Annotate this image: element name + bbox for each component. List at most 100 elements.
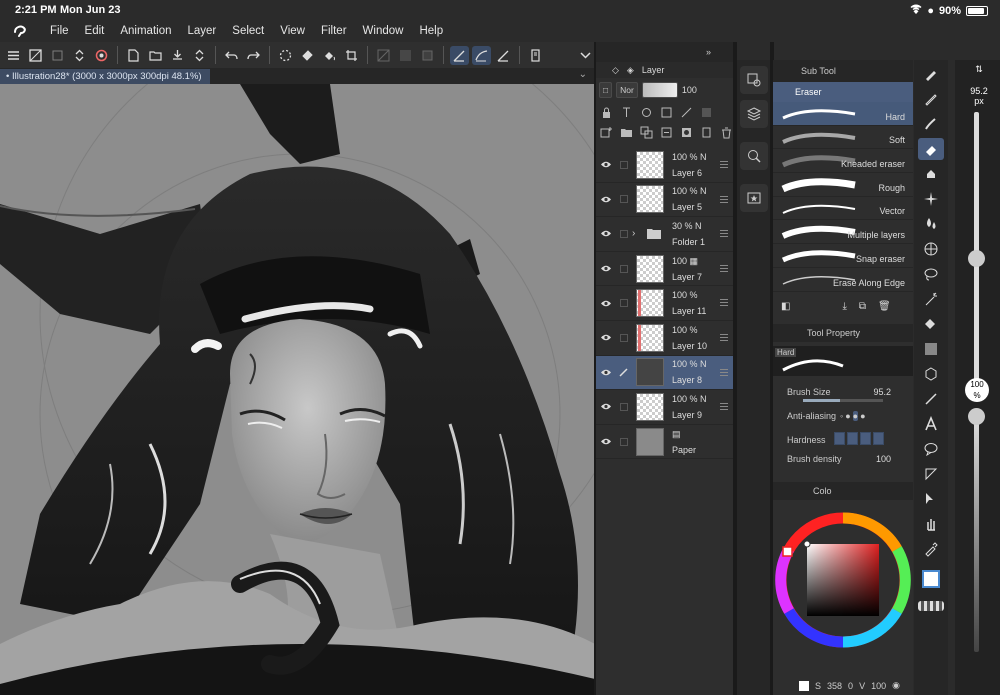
canvas-tab[interactable]: • Illustration28* (3000 x 3000px 300dpi … [0,69,210,84]
reference-icon[interactable] [639,105,653,119]
antialias-medium-icon[interactable]: ● [852,410,859,421]
redo-icon[interactable] [244,46,263,65]
layer-menu-icon[interactable] [720,230,728,238]
layer-menu-icon[interactable] [720,403,728,411]
menu-window[interactable]: Window [355,25,412,37]
menu-animation[interactable]: Animation [112,25,179,37]
layer-search-icon[interactable] [739,66,768,94]
layer-settings-icon[interactable] [699,125,713,139]
lock-icon[interactable] [599,105,613,119]
menu-edit[interactable]: Edit [77,25,113,37]
layer-menu-icon[interactable] [720,368,728,376]
subtool-settings-icon[interactable]: ◧ [781,301,790,312]
layer-row[interactable]: 100 % Layer 10 [596,321,734,356]
frame-border-icon[interactable] [918,463,944,485]
brush-density-row[interactable]: Brush density 100 [773,452,913,466]
new-raster-layer-icon[interactable] [599,125,613,139]
brush-multiple-layers[interactable]: Multiple layers [773,220,913,245]
brush-rough[interactable]: Rough [773,173,913,197]
import-subtool-icon[interactable]: ⤓ [842,301,846,312]
opacity-slider-track[interactable] [974,416,979,652]
panel-expand-icon[interactable]: » [706,47,711,57]
operation-cursor-icon[interactable] [918,488,944,510]
canvas-frame-icon[interactable] [26,46,45,65]
layer-select-checkbox[interactable] [616,333,632,342]
layer-select-checkbox[interactable] [616,402,632,411]
brush-size-row[interactable]: Brush Size 95.2 [773,380,913,404]
hardness-steps[interactable] [832,432,884,447]
menu-select[interactable]: Select [224,25,272,37]
layer-row-selected[interactable]: 100 % N Layer 8 [596,355,734,391]
visibility-eye-icon[interactable] [596,229,616,238]
paper-layer-row[interactable]: ▤ Paper [596,425,734,460]
folder-expand-chevron-icon[interactable]: › [632,228,644,239]
selection-square-icon[interactable] [418,46,437,65]
device-icon[interactable] [526,46,545,65]
blend-mode-select[interactable]: Nor [616,82,638,98]
brush-size-slider[interactable] [803,398,883,402]
visibility-eye-icon[interactable] [596,264,616,273]
fill-bucket-icon[interactable] [320,46,339,65]
fill-icon[interactable] [298,46,317,65]
opacity-slider[interactable] [641,82,678,98]
layer-menu-icon[interactable] [720,333,728,341]
menu-file[interactable]: File [42,25,77,37]
undo-icon[interactable] [222,46,241,65]
layer-select-checkbox[interactable] [616,437,632,446]
menu-view[interactable]: View [272,25,313,37]
menu-filter[interactable]: Filter [313,25,355,37]
move-layer-icon[interactable] [918,363,944,385]
brush-kneaded-eraser[interactable]: Kneaded eraser [773,149,913,174]
brush-snap-eraser[interactable]: Snap eraser [773,244,913,268]
brush-size-value[interactable]: 95.2 [873,387,891,397]
visibility-eye-icon[interactable] [596,368,616,377]
navigator-icon[interactable] [739,142,768,170]
fill-bucket-tool-icon[interactable] [918,313,944,335]
layer-row[interactable]: 100 % N Layer 9 [596,390,734,425]
subtool-group-eraser[interactable]: Eraser [773,82,913,102]
tool-property-tab-label[interactable]: Tool Property [807,328,860,338]
new-file-icon[interactable] [124,46,143,65]
menu-help[interactable]: Help [411,25,451,37]
transform-icon[interactable] [48,46,67,65]
fill-drops-icon[interactable] [918,213,944,235]
loading-spinner-icon[interactable] [276,46,295,65]
duplicate-subtool-icon[interactable]: ⧉ [859,301,866,312]
size-slider-knob[interactable] [968,249,985,267]
antialiasing-row[interactable]: Anti-aliasing ◦ ● ● ● [773,404,913,428]
ruler-icon[interactable] [494,46,513,65]
antialias-none-icon[interactable]: ◦ [840,411,843,421]
draft-icon[interactable] [679,105,693,119]
save-icon[interactable] [168,46,187,65]
tab-dropdown-chevron-icon[interactable]: ⌄ [579,69,587,80]
duplicate-layer-icon[interactable] [639,125,653,139]
layer-menu-icon[interactable] [720,264,728,272]
color-mode-icon[interactable]: ◉ [892,680,900,691]
antialias-weak-icon[interactable]: ● [845,411,850,421]
eyedropper-icon[interactable] [918,538,944,560]
app-logo-icon[interactable] [12,23,32,39]
color-tab-label[interactable]: Colo [813,486,832,496]
sparkle-tool-icon[interactable] [918,188,944,210]
color-swatch-icon[interactable] [799,680,809,691]
grid-tool-icon[interactable] [918,238,944,260]
selection-off-icon[interactable] [374,46,393,65]
selection-gradient-icon[interactable] [396,46,415,65]
delete-subtool-icon[interactable]: 🗑 [878,301,891,312]
drawing-canvas[interactable] [0,84,595,695]
menu-layer[interactable]: Layer [180,25,225,37]
lock-transparent-icon[interactable] [659,105,673,119]
brush-erase-along-edge[interactable]: Erase Along Edge [773,268,913,292]
main-sub-color-swatch[interactable] [918,568,945,598]
layer-menu-icon[interactable] [720,299,728,307]
text-tool-icon[interactable] [918,413,944,435]
layer-mask-icon[interactable] [679,125,693,139]
transparent-color-swatch[interactable] [918,601,944,611]
lasso-tool-icon[interactable] [918,263,944,285]
brush-hard[interactable]: Hard [773,102,913,126]
brush-soft[interactable]: Soft [773,126,913,150]
layer-tab-label[interactable]: Layer [642,65,665,75]
layer-row[interactable]: 100 % N Layer 5 [596,183,734,218]
color-wheel-area[interactable] [773,500,913,675]
open-folder-icon[interactable] [146,46,165,65]
